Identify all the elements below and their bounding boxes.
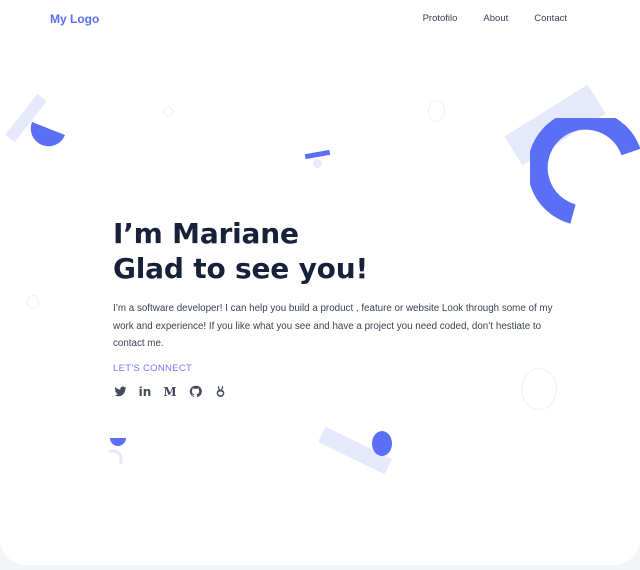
decor-dash-blue	[304, 149, 331, 160]
medium-icon[interactable]: M	[163, 385, 177, 399]
hero-title-line2: Glad to see you!	[113, 252, 369, 285]
lets-connect-link[interactable]: LET'S CONNECT	[113, 363, 192, 374]
decor-semicircle-bottomleft	[108, 438, 126, 464]
decor-ring-top	[428, 100, 445, 122]
social-links: in M	[113, 385, 563, 399]
decor-diamond-small	[162, 105, 175, 118]
twitter-icon[interactable]	[113, 385, 127, 399]
linkedin-icon[interactable]: in	[138, 385, 152, 399]
nav-portfolio[interactable]: Protofilo	[423, 13, 458, 24]
nav-about[interactable]: About	[483, 13, 508, 24]
decor-dot-lavender	[313, 159, 322, 168]
decor-half-circle-topleft	[30, 122, 65, 147]
hero-description: I’m a software developer! I can help you…	[113, 303, 553, 349]
main-nav: Protofilo About Contact	[423, 13, 567, 24]
hero-title-line1: I’m Mariane	[113, 217, 299, 250]
decor-dot-blue-bottom	[372, 431, 392, 456]
codepen-icon[interactable]	[213, 385, 227, 399]
nav-contact[interactable]: Contact	[534, 13, 567, 24]
hero-title: I’m Mariane Glad to see you!	[113, 216, 563, 286]
github-icon[interactable]	[188, 385, 202, 399]
decor-ring-left	[27, 295, 39, 309]
hero-card: My Logo Protofilo About Contact I’m Mari…	[0, 0, 640, 565]
logo[interactable]: My Logo	[50, 12, 99, 26]
hero-section: I’m Mariane Glad to see you! I’m a softw…	[113, 216, 563, 399]
page: My Logo Protofilo About Contact I’m Mari…	[0, 0, 640, 570]
